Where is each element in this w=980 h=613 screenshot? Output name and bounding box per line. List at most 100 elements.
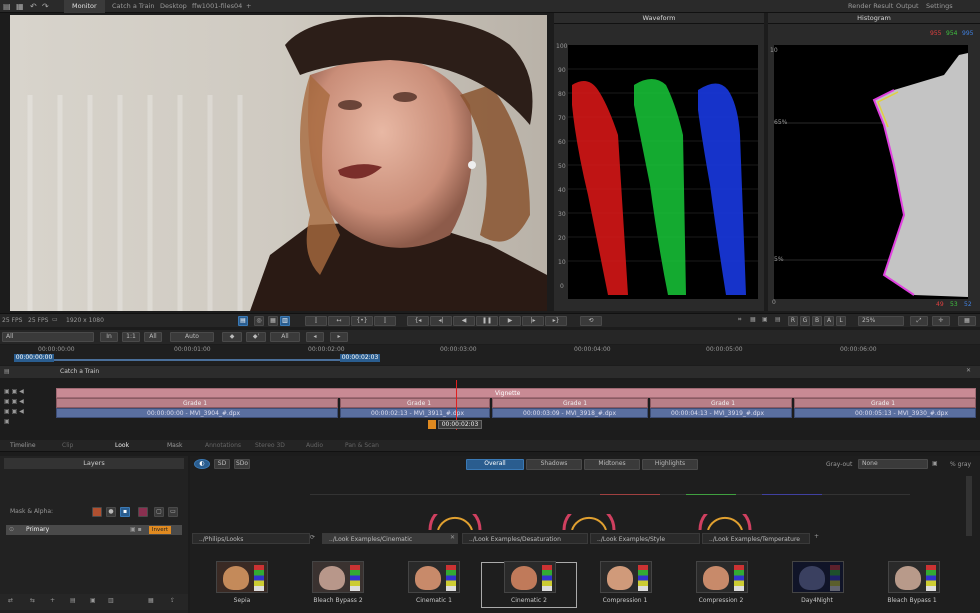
tab-stereo-3d[interactable]: Stereo 3D: [255, 442, 285, 449]
close-tab-icon[interactable]: ✕: [450, 534, 455, 541]
grade-clip-2[interactable]: Grade 1: [340, 398, 490, 408]
look-thumb-bleach-bypass-2[interactable]: [312, 561, 364, 593]
track-lock-icon[interactable]: ▣ ▣ ◀: [4, 408, 24, 415]
look-thumb-cinematic-1[interactable]: [408, 561, 460, 593]
play-reverse-button[interactable]: ◀: [453, 316, 475, 326]
channel-a[interactable]: A: [824, 316, 834, 326]
zoom-select[interactable]: 25%: [858, 316, 904, 326]
redo-icon[interactable]: ↷: [42, 2, 49, 11]
layer-visible-icon[interactable]: ⊙: [9, 526, 14, 533]
go-end-button[interactable]: ▸}: [545, 316, 567, 326]
track-lock-icon[interactable]: ▣ ▣ ◀: [4, 398, 24, 405]
range-overall[interactable]: Overall: [466, 459, 524, 470]
all-keys-button[interactable]: All: [270, 332, 300, 342]
mask-invert-icon[interactable]: ▢: [154, 507, 164, 517]
mask-icon[interactable]: [92, 507, 102, 517]
invert-badge[interactable]: Invert: [149, 526, 171, 534]
mini-btn-sdo[interactable]: SDo: [234, 459, 250, 469]
mask-dot-icon[interactable]: ●: [106, 507, 116, 517]
render-result-button[interactable]: Render Result: [848, 2, 893, 10]
tab-timeline[interactable]: Timeline: [10, 442, 36, 449]
all-zoom-button[interactable]: All: [144, 332, 162, 342]
vignette-clip[interactable]: Vignette: [56, 388, 976, 398]
view-single-icon[interactable]: ▤: [238, 316, 248, 326]
pause-button[interactable]: ❚❚: [476, 316, 498, 326]
pixel-icon[interactable]: ▦: [958, 316, 976, 326]
range-midtones[interactable]: Midtones: [584, 459, 640, 470]
go-in-button[interactable]: ↤: [328, 316, 350, 326]
crop-icon[interactable]: ⌗: [738, 316, 741, 324]
channel-l[interactable]: L: [836, 316, 846, 326]
tab-ffw-files[interactable]: ffw1001-files04: [192, 2, 242, 10]
range-shadows[interactable]: Shadows: [526, 459, 582, 470]
layer-primary-row[interactable]: ⊙ Primary ▣ ▪ Invert: [6, 525, 182, 535]
video-clip-2[interactable]: 00:00:02:13 - MVI_3911_#.dpx: [340, 408, 490, 418]
tab-annotations[interactable]: Annotations: [205, 442, 241, 449]
add-layer-icon[interactable]: +: [50, 597, 55, 604]
loop-range-button[interactable]: {•}: [351, 316, 373, 326]
tab-mask[interactable]: Mask: [167, 442, 182, 449]
tab-audio[interactable]: Audio: [306, 442, 323, 449]
video-clip-5[interactable]: 00:00:05:13 - MVI_3930_#.dpx: [794, 408, 976, 418]
grid-icon[interactable]: ▦: [750, 316, 756, 323]
mark-out-button[interactable]: ⟧: [374, 316, 396, 326]
look-tab-desaturation[interactable]: ../Look Examples/Desaturation: [462, 533, 588, 544]
channel-b[interactable]: B: [812, 316, 822, 326]
mark-in-button[interactable]: ⟦: [305, 316, 327, 326]
mask-gradient-icon[interactable]: [138, 507, 148, 517]
add-key-icon[interactable]: ◆: [222, 332, 242, 342]
prev-key-icon[interactable]: ◂: [306, 332, 324, 342]
look-thumb-sepia[interactable]: [216, 561, 268, 593]
next-frame-button[interactable]: |▸: [522, 316, 544, 326]
settings-button[interactable]: Settings: [926, 2, 953, 10]
grade-clip-4[interactable]: Grade 1: [650, 398, 792, 408]
monitor-icon[interactable]: ▭: [52, 316, 58, 323]
close-icon[interactable]: ✕: [966, 367, 971, 374]
color-wheel-2[interactable]: [562, 514, 616, 530]
view-scope-icon[interactable]: ▥: [280, 316, 290, 326]
save-layer-icon[interactable]: ▦: [148, 597, 154, 604]
duplicate-icon[interactable]: ▤: [70, 597, 76, 604]
look-tab-philips[interactable]: ../Philips/Looks: [192, 533, 310, 544]
mask-shape-icon[interactable]: ▪: [120, 507, 130, 517]
mask-options-icon[interactable]: ▭: [168, 507, 178, 517]
render-icon[interactable]: ▤: [3, 2, 11, 11]
look-scrollbar[interactable]: [966, 476, 972, 536]
look-thumb-day4night[interactable]: [792, 561, 844, 593]
in-button[interactable]: In: [100, 332, 118, 342]
rgb-icon[interactable]: ▤: [775, 316, 781, 323]
video-clip-4[interactable]: 00:00:04:13 - MVI_3919_#.dpx: [650, 408, 792, 418]
look-thumb-compression-1[interactable]: [600, 561, 652, 593]
grayout-value-icon[interactable]: ▣: [932, 460, 938, 467]
view-compare-icon[interactable]: ◎: [254, 316, 264, 326]
tab-look[interactable]: Look: [115, 442, 129, 449]
export-icon[interactable]: ⇪: [170, 597, 175, 604]
add-tab-button[interactable]: +: [246, 2, 251, 10]
range-highlights[interactable]: Highlights: [642, 459, 698, 470]
view-split-icon[interactable]: ▦: [268, 316, 278, 326]
fit-icon[interactable]: ⤢: [910, 316, 928, 326]
tab-catch-a-train[interactable]: Catch a Train: [112, 2, 154, 10]
track-lock-icon[interactable]: ▣ ▣ ◀: [4, 388, 24, 395]
tab-monitor[interactable]: Monitor: [64, 0, 105, 13]
auto-button[interactable]: Auto: [170, 332, 214, 342]
video-clip-3[interactable]: 00:00:03:09 - MVI_3918_#.dpx: [492, 408, 648, 418]
prev-frame-button[interactable]: ◂|: [430, 316, 452, 326]
tab-desktop[interactable]: Desktop: [160, 2, 187, 10]
save-icon[interactable]: ▦: [16, 2, 24, 11]
layer-toggle-icon[interactable]: ▣ ▪: [130, 526, 142, 533]
look-tab-temperature[interactable]: ../Look Examples/Temperature: [702, 533, 810, 544]
color-wheel-1[interactable]: [428, 514, 482, 530]
link-icon[interactable]: ⇄: [8, 597, 13, 604]
timeline-ruler[interactable]: 00:00:00:00 00:00:01:00 00:00:02:00 00:0…: [0, 345, 980, 365]
undo-icon[interactable]: ↶: [30, 2, 37, 11]
track-lock-icon[interactable]: ▣: [4, 418, 10, 425]
add-key-all-icon[interactable]: ◆': [246, 332, 266, 342]
one-to-one-button[interactable]: 1:1: [122, 332, 140, 342]
next-key-icon[interactable]: ▸: [330, 332, 348, 342]
loop-button[interactable]: ⟲: [580, 316, 602, 326]
tab-clip[interactable]: Clip: [62, 442, 73, 449]
range-out-timecode[interactable]: 00:00:02:03: [340, 354, 380, 362]
track-select[interactable]: All: [2, 332, 94, 342]
color-wheel-3[interactable]: [698, 514, 752, 530]
